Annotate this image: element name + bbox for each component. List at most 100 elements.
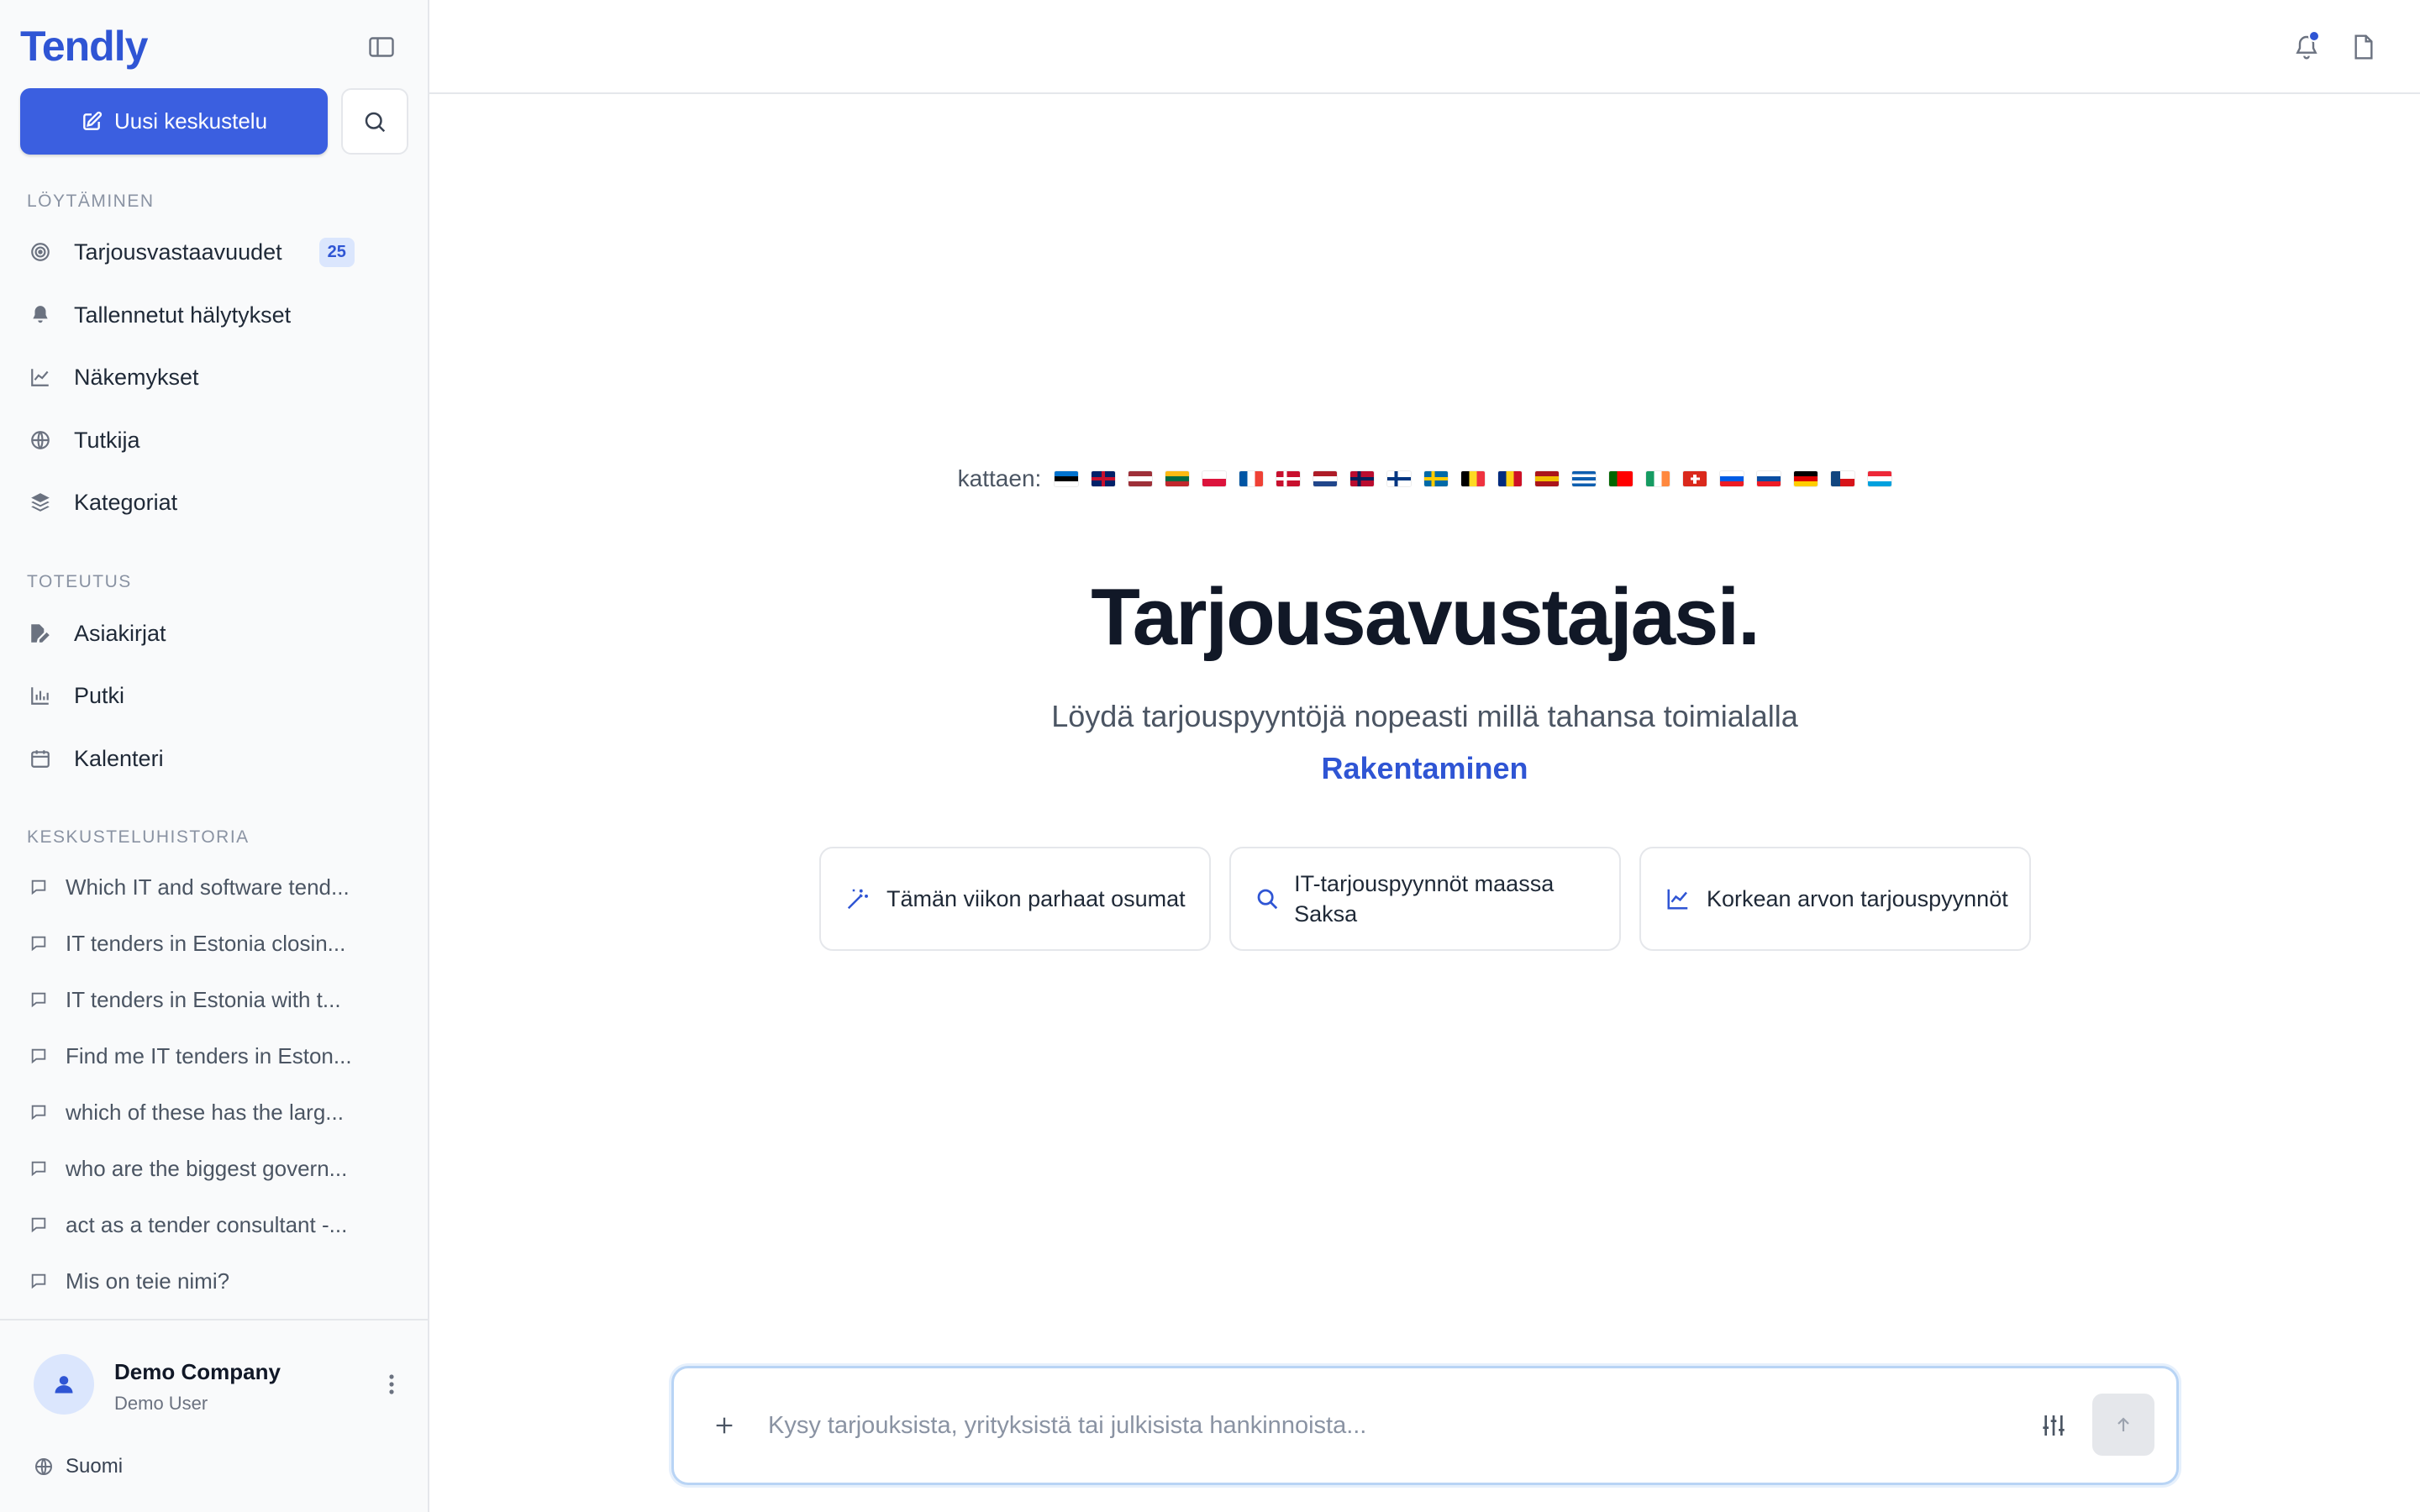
history-item[interactable]: act as a tender consultant -... [20,1201,403,1248]
flag-netherlands-icon [1313,471,1338,486]
suggestion-card-top-matches[interactable]: Tämän viikon parhaat osumat [819,847,1211,951]
bell-icon [17,304,64,326]
suggestion-label: Tämän viikon parhaat osumat [886,885,1186,911]
flag-united-kingdom-icon [1092,471,1116,486]
page-subtitle: Löydä tarjouspyyntöjä nopeasti millä tah… [1051,699,1798,733]
page-title: Tarjousavustajasi. [1091,572,1760,662]
flag-greece-icon [1572,471,1597,486]
chart-line-icon [1661,886,1695,911]
account-menu-button[interactable] [380,1369,403,1399]
history-item-label: Find me IT tenders in Eston... [66,1042,352,1068]
company-name: Demo Company [114,1359,281,1384]
calendar-icon [17,748,64,769]
chat-input[interactable] [768,1402,2028,1449]
chat-bubble-icon [20,1159,57,1178]
sidebar: Tendly Uusi keskustelu LÖYTÄMINEN Tarjou… [0,0,429,1512]
flag-ireland-icon [1646,471,1670,486]
search-icon [1251,886,1282,911]
sidebar-item-explorer[interactable]: Tutkija [17,413,400,467]
history-item[interactable]: which of these has the larg... [20,1089,403,1136]
suggestion-cards: Tämän viikon parhaat osumat IT-tarjouspy… [819,847,2031,951]
chat-bubble-icon [20,878,57,896]
history-item[interactable]: Which IT and software tend... [20,864,403,911]
chat-bubble-icon [20,1215,57,1234]
chat-bubble-icon [20,990,57,1009]
notifications-button[interactable] [2288,29,2325,66]
sidebar-item-label: Tutkija [74,427,140,453]
user-icon [55,1376,73,1394]
suggestion-card-it-germany[interactable]: IT-tarjouspyynnöt maassa Saksa [1229,847,1621,951]
chat-bubble-icon [20,934,57,953]
flag-latvia-icon [1128,471,1153,486]
suggestion-card-high-value[interactable]: Korkean arvon tarjouspyynnöt [1639,847,2031,951]
history-item[interactable]: IT tenders in Estonia closin... [20,920,403,967]
flag-spain-icon [1535,471,1560,486]
count-badge: 25 [318,237,355,267]
flag-czechia-icon [1831,471,1855,486]
target-icon [17,241,64,263]
chat-composer [671,1366,2179,1485]
history-item-label: which of these has the larg... [66,1099,344,1125]
sidebar-item-calendar[interactable]: Kalenteri [17,732,400,785]
rotating-industry: Rakentaminen [1321,751,1528,785]
avatar[interactable] [34,1354,94,1415]
sidebar-footer: Demo Company Demo User Suomi [0,1319,428,1512]
sidebar-item-label: Kalenteri [74,745,164,771]
flag-finland-icon [1387,471,1412,486]
filters-button[interactable] [2035,1407,2072,1444]
file-edit-icon [17,622,64,644]
more-vertical-icon [389,1374,394,1394]
flag-france-icon [1239,471,1264,486]
sidebar-item-bid-matches[interactable]: Tarjousvastaavuudet 25 [17,225,400,279]
sidebar-toggle-button[interactable] [365,32,398,62]
flag-estonia-icon [1055,471,1079,486]
arrow-up-icon [2118,1417,2129,1431]
history-item[interactable]: who are the biggest govern... [20,1145,403,1192]
search-button[interactable] [341,88,408,155]
flag-slovenia-icon [1720,471,1744,486]
new-chat-button[interactable]: Uusi keskustelu [20,88,328,155]
history-item[interactable]: Mis on teie nimi? [20,1257,403,1305]
sidebar-item-label: Putki [74,682,125,708]
search-icon [365,112,386,132]
magic-wand-icon [841,886,875,911]
flag-norway-icon [1350,471,1375,486]
sidebar-item-insights[interactable]: Näkemykset [17,350,400,404]
covering-label: kattaen: [957,465,1042,491]
sidebar-item-label: Tallennetut hälytykset [74,302,292,328]
history-item-label: Mis on teie nimi? [66,1268,230,1294]
sidebar-item-label: Asiakirjat [74,620,166,646]
layers-icon [17,491,64,513]
app-logo[interactable]: Tendly [20,22,148,71]
flag-list [1055,471,1892,486]
chat-bubble-icon [20,1272,57,1290]
edit-icon [83,111,103,130]
suggestion-label: Korkean arvon tarjouspyynnöt [1707,885,2008,911]
history-item-label: act as a tender consultant -... [66,1211,348,1237]
flag-sweden-icon [1424,471,1449,486]
language-selector[interactable]: Suomi [34,1455,123,1478]
file-icon [2354,34,2373,60]
history-item-label: Which IT and software tend... [66,874,350,900]
history-item-label: who are the biggest govern... [66,1155,348,1181]
document-button[interactable] [2345,29,2382,66]
history-item[interactable]: IT tenders in Estonia with t... [20,976,403,1023]
chat-bubble-icon [20,1103,57,1121]
countries-covered: kattaen: [429,465,2420,492]
flag-poland-icon [1202,471,1227,486]
attach-button[interactable] [708,1409,741,1442]
flag-germany-icon [1794,471,1818,486]
history-item[interactable]: Find me IT tenders in Eston... [20,1032,403,1079]
sidebar-item-documents[interactable]: Asiakirjat [17,606,400,660]
chat-bubble-icon [20,1047,57,1065]
history-item-label: IT tenders in Estonia with t... [66,986,341,1012]
flag-luxembourg-icon [1868,471,1892,486]
send-button[interactable] [2092,1394,2154,1456]
sidebar-item-pipeline[interactable]: Putki [17,669,400,722]
flag-portugal-icon [1609,471,1634,486]
sidebar-item-categories[interactable]: Kategoriat [17,475,400,529]
section-title-execution: TOTEUTUS [27,572,132,591]
flag-switzerland-icon [1683,471,1707,486]
sidebar-item-saved-alerts[interactable]: Tallennetut hälytykset [17,288,400,342]
globe-icon [35,1458,52,1475]
